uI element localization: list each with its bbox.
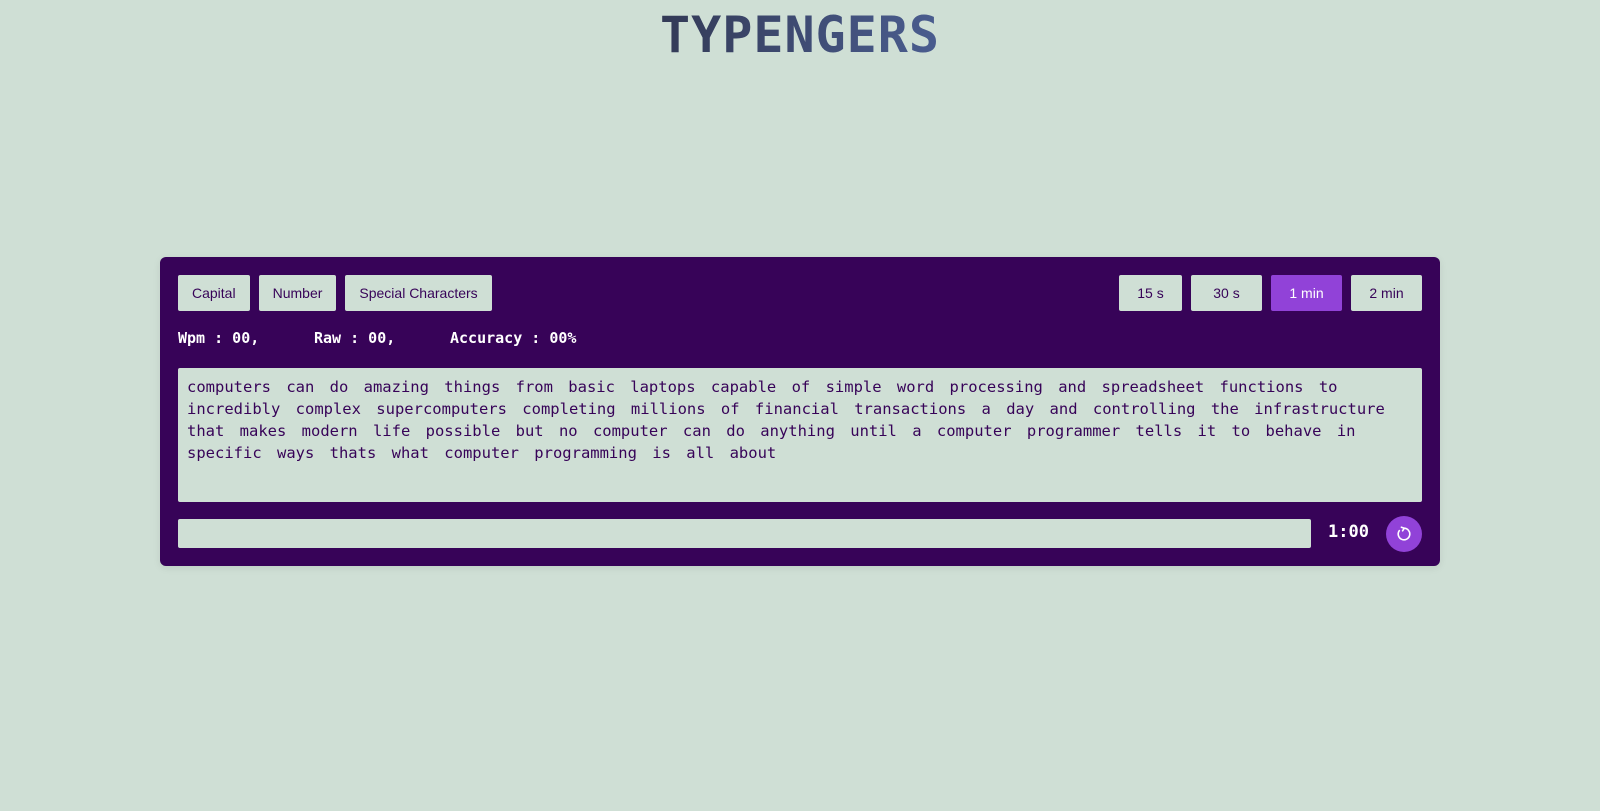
number-toggle-button[interactable]: Number: [258, 275, 337, 311]
stats-bar: Wpm : 00, Raw : 00, Accuracy : 00%: [178, 329, 576, 347]
countdown-timer: 1:00: [1328, 522, 1369, 542]
wpm-stat: Wpm : 00,: [178, 329, 260, 347]
typing-test-panel: Capital Number Special Characters 15 s 3…: [160, 257, 1440, 566]
option-toggles: Capital Number Special Characters: [178, 275, 492, 311]
app-logo: TYPENGERS: [0, 12, 1600, 63]
special-characters-toggle-button[interactable]: Special Characters: [345, 275, 492, 311]
restart-button[interactable]: [1386, 516, 1422, 552]
accuracy-stat: Accuracy : 00%: [450, 329, 577, 347]
duration-15s-button[interactable]: 15 s: [1119, 275, 1182, 311]
restart-icon: [1397, 526, 1411, 541]
passage-text: computers can do amazing things from bas…: [178, 368, 1422, 502]
typing-input[interactable]: [178, 519, 1311, 548]
logo-wordmark: TYPENGERS: [660, 12, 940, 58]
duration-2min-button[interactable]: 2 min: [1351, 275, 1422, 311]
capital-toggle-button[interactable]: Capital: [178, 275, 250, 311]
duration-30s-button[interactable]: 30 s: [1191, 275, 1262, 311]
raw-stat: Raw : 00,: [314, 329, 396, 347]
input-row: 1:00: [178, 516, 1422, 552]
duration-1min-button[interactable]: 1 min: [1271, 275, 1342, 311]
duration-selector: 15 s 30 s 1 min 2 min: [1119, 275, 1422, 311]
logo-text: TYPENGERS: [660, 12, 940, 58]
toolbar: Capital Number Special Characters 15 s 3…: [178, 275, 1422, 311]
